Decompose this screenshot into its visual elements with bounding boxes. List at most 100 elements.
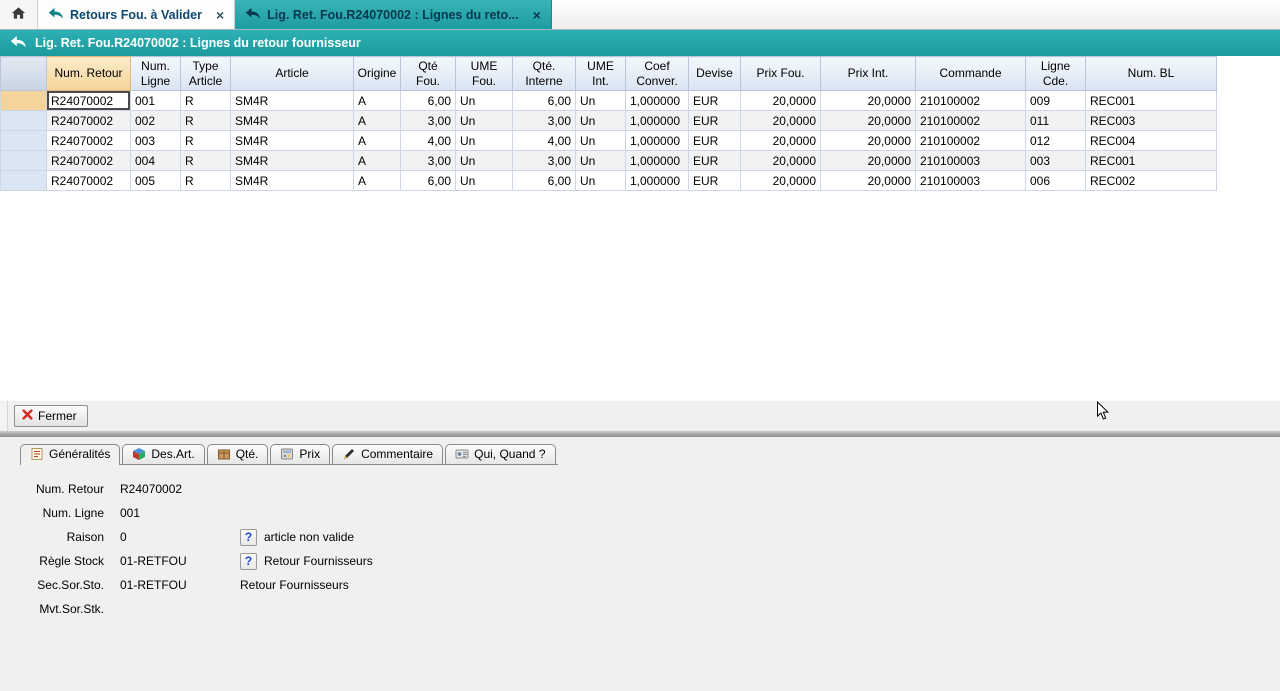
cell-ume-int[interactable]: Un [576,91,626,111]
column-header-devise[interactable]: Devise [689,57,741,91]
cell-coef-conver[interactable]: 1,000000 [626,171,689,191]
toolbar-grip[interactable] [0,401,8,431]
cell-article[interactable]: SM4R [231,151,354,171]
column-header-qte-fou[interactable]: Qté Fou. [401,57,456,91]
cell-prix-int[interactable]: 20,0000 [821,171,916,191]
tab-prix[interactable]: Prix [270,444,330,464]
column-header-article[interactable]: Article [231,57,354,91]
cell-qte-interne[interactable]: 3,00 [513,111,576,131]
row-selector[interactable] [1,171,47,191]
tab-lignes-retour[interactable]: Lig. Ret. Fou.R24070002 : Lignes du reto… [235,0,552,29]
cell-article[interactable]: SM4R [231,111,354,131]
cell-origine[interactable]: A [354,111,401,131]
cell-num-bl[interactable]: REC001 [1086,91,1217,111]
cell-ume-fou[interactable]: Un [456,131,513,151]
tab-retours-fou-a-valider[interactable]: Retours Fou. à Valider × [38,0,235,29]
column-header-qte-interne[interactable]: Qté. Interne [513,57,576,91]
cell-num-retour[interactable]: R24070002 [47,131,131,151]
cell-ligne-cde[interactable]: 006 [1026,171,1086,191]
cell-num-bl[interactable]: REC002 [1086,171,1217,191]
close-tab-icon[interactable]: × [216,8,224,22]
cell-prix-fou[interactable]: 20,0000 [741,91,821,111]
cell-devise[interactable]: EUR [689,131,741,151]
column-header-coef-conver[interactable]: Coef Conver. [626,57,689,91]
cell-qte-fou[interactable]: 6,00 [401,171,456,191]
help-button[interactable]: ? [240,529,257,546]
cell-ume-fou[interactable]: Un [456,91,513,111]
row-selector[interactable] [1,111,47,131]
fermer-button[interactable]: Fermer [14,405,88,427]
cell-commande[interactable]: 210100002 [916,111,1026,131]
table-row[interactable]: R24070002003RSM4RA4,00Un4,00Un1,000000EU… [1,131,1217,151]
cell-type-article[interactable]: R [181,171,231,191]
select-all-corner[interactable] [1,57,47,91]
tab-generalites[interactable]: Généralités [20,444,120,465]
cell-coef-conver[interactable]: 1,000000 [626,91,689,111]
cell-num-retour[interactable]: R24070002 [47,111,131,131]
column-header-num-ligne[interactable]: Num. Ligne [131,57,181,91]
cell-qte-fou[interactable]: 6,00 [401,91,456,111]
cell-qte-interne[interactable]: 6,00 [513,171,576,191]
cell-ligne-cde[interactable]: 011 [1026,111,1086,131]
cell-prix-fou[interactable]: 20,0000 [741,151,821,171]
field-value[interactable]: 01-RETFOU [120,554,240,568]
cell-type-article[interactable]: R [181,111,231,131]
cell-qte-fou[interactable]: 3,00 [401,151,456,171]
cell-num-ligne[interactable]: 002 [131,111,181,131]
table-row[interactable]: R24070002004RSM4RA3,00Un3,00Un1,000000EU… [1,151,1217,171]
field-value[interactable]: 0 [120,530,240,544]
column-header-ume-int[interactable]: UME Int. [576,57,626,91]
cell-prix-fou[interactable]: 20,0000 [741,171,821,191]
cell-num-ligne[interactable]: 001 [131,91,181,111]
cell-origine[interactable]: A [354,171,401,191]
table-row[interactable]: R24070002005RSM4RA6,00Un6,00Un1,000000EU… [1,171,1217,191]
cell-devise[interactable]: EUR [689,151,741,171]
column-header-commande[interactable]: Commande [916,57,1026,91]
cell-origine[interactable]: A [354,91,401,111]
cell-num-bl[interactable]: REC004 [1086,131,1217,151]
table-row[interactable]: R24070002001RSM4RA6,00Un6,00Un1,000000EU… [1,91,1217,111]
column-header-prix-fou[interactable]: Prix Fou. [741,57,821,91]
home-tab[interactable] [0,0,38,29]
cell-ume-fou[interactable]: Un [456,111,513,131]
table-row[interactable]: R24070002002RSM4RA3,00Un3,00Un1,000000EU… [1,111,1217,131]
cell-origine[interactable]: A [354,131,401,151]
cell-devise[interactable]: EUR [689,171,741,191]
column-header-type-article[interactable]: Type Article [181,57,231,91]
help-button[interactable]: ? [240,553,257,570]
cell-type-article[interactable]: R [181,91,231,111]
cell-coef-conver[interactable]: 1,000000 [626,131,689,151]
cell-prix-int[interactable]: 20,0000 [821,151,916,171]
cell-ume-fou[interactable]: Un [456,171,513,191]
cell-ligne-cde[interactable]: 009 [1026,91,1086,111]
cell-num-ligne[interactable]: 004 [131,151,181,171]
cell-devise[interactable]: EUR [689,111,741,131]
cell-coef-conver[interactable]: 1,000000 [626,111,689,131]
row-selector[interactable] [1,151,47,171]
cell-article[interactable]: SM4R [231,171,354,191]
tab-qui-quand[interactable]: Qui, Quand ? [445,444,555,464]
tab-qte[interactable]: Qté. [207,444,269,464]
cell-ume-int[interactable]: Un [576,171,626,191]
cell-prix-fou[interactable]: 20,0000 [741,111,821,131]
cell-ume-int[interactable]: Un [576,151,626,171]
cell-qte-fou[interactable]: 3,00 [401,111,456,131]
cell-type-article[interactable]: R [181,131,231,151]
column-header-num-bl[interactable]: Num. BL [1086,57,1217,91]
field-value[interactable]: 01-RETFOU [120,578,240,592]
cell-coef-conver[interactable]: 1,000000 [626,151,689,171]
cell-commande[interactable]: 210100003 [916,151,1026,171]
cell-prix-fou[interactable]: 20,0000 [741,131,821,151]
cell-qte-interne[interactable]: 3,00 [513,151,576,171]
cell-commande[interactable]: 210100002 [916,131,1026,151]
cell-num-bl[interactable]: REC001 [1086,151,1217,171]
tab-commentaire[interactable]: Commentaire [332,444,443,464]
cell-qte-interne[interactable]: 4,00 [513,131,576,151]
cell-article[interactable]: SM4R [231,131,354,151]
cell-origine[interactable]: A [354,151,401,171]
field-value[interactable]: 001 [120,506,240,520]
cell-article[interactable]: SM4R [231,91,354,111]
cell-ligne-cde[interactable]: 012 [1026,131,1086,151]
column-header-prix-int[interactable]: Prix Int. [821,57,916,91]
row-selector[interactable] [1,131,47,151]
